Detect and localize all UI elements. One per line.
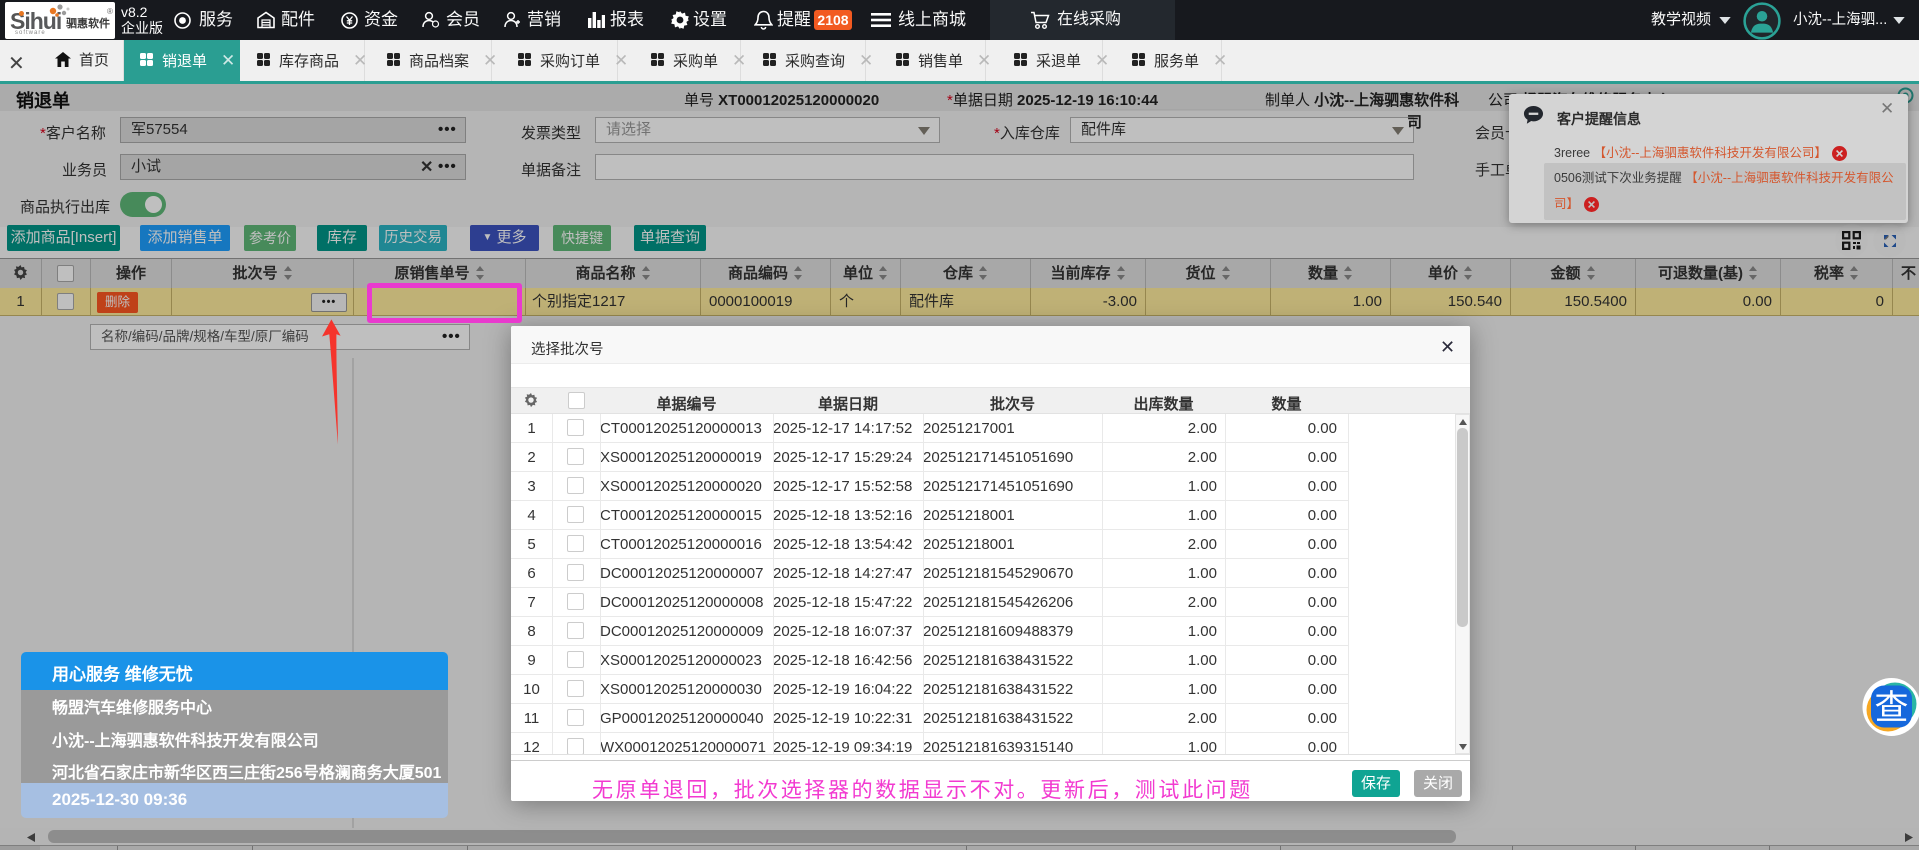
svg-text:查: 查 xyxy=(1875,689,1909,727)
